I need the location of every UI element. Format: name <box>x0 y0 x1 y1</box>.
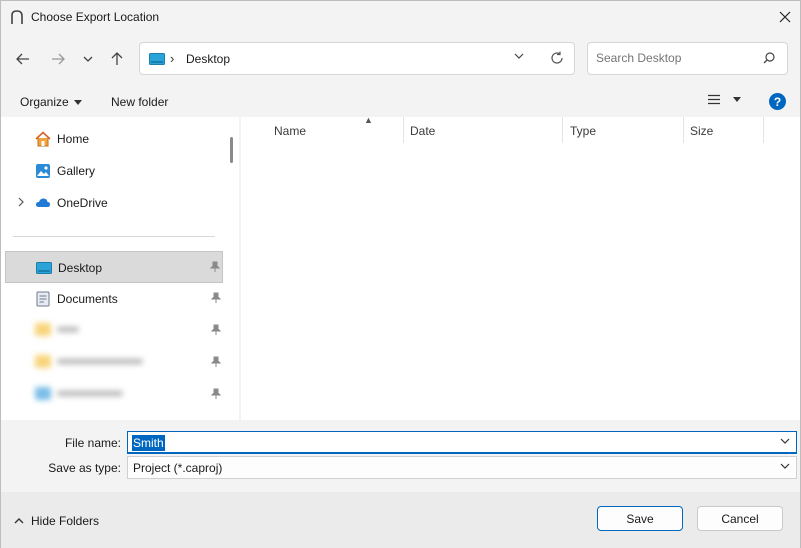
sidebar-item-label: Home <box>57 132 90 146</box>
help-button[interactable]: ? <box>769 93 786 110</box>
hide-folders-label: Hide Folders <box>31 514 100 528</box>
savetype-select[interactable]: Project (*.caproj) <box>127 456 797 479</box>
app-arch-icon <box>11 10 23 24</box>
sidebar-item-label: Desktop <box>58 261 103 275</box>
chevron-down-icon[interactable] <box>514 53 524 59</box>
arrow-up-icon <box>111 52 123 65</box>
divider <box>13 236 215 237</box>
home-icon <box>35 131 51 147</box>
column-divider[interactable] <box>683 117 684 143</box>
column-label: Date <box>410 124 436 138</box>
view-options-button[interactable] <box>707 94 741 105</box>
chevron-up-icon <box>14 518 24 524</box>
pin-icon[interactable] <box>211 292 221 304</box>
gallery-icon <box>36 164 50 178</box>
pin-icon[interactable] <box>210 261 220 273</box>
save-fields: File name: Smith Save as type: Project (… <box>1 420 800 492</box>
dialog-footer: Hide Folders Save Cancel <box>1 492 800 548</box>
obscured-folder <box>35 322 83 338</box>
onedrive-icon <box>36 198 50 207</box>
obscured-folder <box>35 386 127 402</box>
blurred-text <box>57 359 143 364</box>
desktop-icon <box>36 262 52 274</box>
chevron-down-icon <box>780 463 790 469</box>
sidebar-item-label: Gallery <box>57 164 96 178</box>
sidebar-item-obscured[interactable] <box>5 315 223 347</box>
filename-field[interactable]: Smith <box>127 431 797 454</box>
column-divider[interactable] <box>763 117 764 143</box>
sidebar-item-desktop[interactable]: Desktop <box>5 251 223 283</box>
sidebar-item-label: Documents <box>57 292 118 306</box>
search-input[interactable] <box>596 51 756 65</box>
new-folder-button[interactable]: New folder <box>111 95 168 109</box>
column-header-size[interactable]: Size <box>690 117 760 143</box>
sidebar-item-label: OneDrive <box>57 196 108 210</box>
file-list[interactable]: ▲ Name Date Type Size <box>241 115 800 420</box>
savetype-label: Save as type: <box>48 461 121 475</box>
scrollbar-thumb[interactable] <box>230 137 233 163</box>
pin-icon[interactable] <box>211 388 221 400</box>
sidebar-item-obscured[interactable] <box>5 347 223 379</box>
close-icon <box>779 11 791 23</box>
sidebar-item-gallery[interactable]: Gallery <box>5 155 223 187</box>
chevron-down-icon <box>83 56 93 62</box>
arrow-right-icon <box>52 53 65 65</box>
chevron-right-icon[interactable] <box>18 197 24 207</box>
sidebar-item-onedrive[interactable]: OneDrive <box>5 187 223 219</box>
window-title: Choose Export Location <box>31 10 160 24</box>
folder-icon <box>35 387 51 400</box>
folder-icon <box>35 323 51 336</box>
recent-locations-button[interactable] <box>78 49 98 69</box>
folder-icon <box>35 355 51 368</box>
search-icon <box>763 52 775 64</box>
organize-label: Organize <box>20 95 69 109</box>
column-label: Type <box>570 124 597 138</box>
pin-icon[interactable] <box>211 356 221 368</box>
sidebar-item-home[interactable]: Home <box>5 123 223 155</box>
close-button[interactable] <box>770 1 800 33</box>
forward-button[interactable] <box>48 49 68 69</box>
column-divider[interactable] <box>403 117 404 143</box>
navigation-pane[interactable]: Home Gallery OneDrive Desktop Documents <box>1 117 239 420</box>
navigation-bar: › Desktop <box>1 33 800 85</box>
desktop-icon <box>149 53 165 65</box>
hide-folders-button[interactable]: Hide Folders <box>14 514 99 528</box>
back-button[interactable] <box>13 49 33 69</box>
title-bar: Choose Export Location <box>1 1 800 33</box>
address-bar[interactable]: › Desktop <box>139 42 575 75</box>
column-header-name[interactable]: ▲ Name <box>274 115 404 143</box>
organize-button[interactable]: Organize <box>20 95 82 109</box>
column-header-date[interactable]: Date <box>410 117 560 143</box>
arrow-left-icon <box>16 53 29 65</box>
pin-icon[interactable] <box>211 324 221 336</box>
up-button[interactable] <box>107 49 127 69</box>
column-header-type[interactable]: Type <box>570 117 680 143</box>
command-bar: Organize New folder ? <box>1 85 800 117</box>
filename-label: File name: <box>64 436 121 450</box>
refresh-icon[interactable] <box>550 51 564 65</box>
blurred-text <box>57 391 123 396</box>
list-view-icon <box>708 94 720 105</box>
chevron-down-icon[interactable] <box>780 438 790 444</box>
savetype-value: Project (*.caproj) <box>133 461 223 475</box>
column-divider[interactable] <box>562 117 563 143</box>
caret-down-icon <box>733 97 741 102</box>
filename-value[interactable]: Smith <box>132 435 165 451</box>
sort-ascending-icon: ▲ <box>364 115 373 125</box>
obscured-folder <box>35 354 147 370</box>
column-label: Size <box>690 124 714 138</box>
breadcrumb-desktop[interactable]: Desktop <box>186 52 230 66</box>
search-box[interactable] <box>587 42 788 75</box>
save-button[interactable]: Save <box>597 506 683 531</box>
blurred-text <box>57 327 79 332</box>
documents-icon <box>36 291 50 307</box>
cancel-button[interactable]: Cancel <box>697 506 783 531</box>
file-dialog: Choose Export Location › Desktop Search … <box>0 0 801 548</box>
sidebar-item-documents[interactable]: Documents <box>5 283 223 315</box>
caret-down-icon <box>73 100 82 106</box>
column-label: Name <box>274 124 307 138</box>
sidebar-item-obscured[interactable] <box>5 379 223 411</box>
breadcrumb-separator-icon: › <box>170 51 175 66</box>
